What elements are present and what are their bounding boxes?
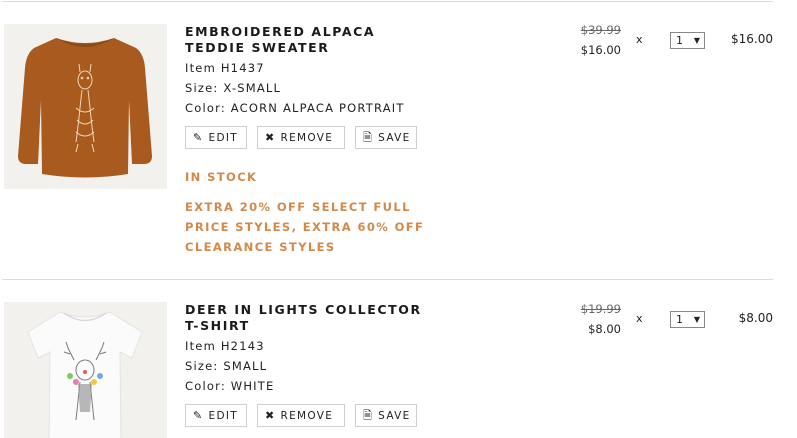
quantity-select[interactable]: 1 ▼ [670,32,705,49]
caret-down-icon: ▼ [693,315,700,324]
remove-label: REMOVE [280,131,334,144]
save-label: SAVE [378,131,411,144]
price-block: $39.99 $16.00 [560,20,621,60]
item-color: Color: ACORN ALPACA PORTRAIT [185,101,405,115]
quantity-value: 1 [676,313,683,326]
item-number: Item H2143 [185,339,265,353]
save-label: SAVE [378,409,411,422]
caret-down-icon: ▼ [693,36,700,45]
edit-label: EDIT [208,131,238,144]
document-icon: 🗎 [363,409,374,422]
times-sign: x [636,312,643,325]
edit-button[interactable]: ✎ EDIT [185,404,247,427]
quantity-select[interactable]: 1 ▼ [670,311,705,328]
price-block: $19.99 $8.00 [560,299,621,339]
line-total: $16.00 [731,32,773,46]
pencil-icon: ✎ [193,131,204,144]
product-name[interactable]: DEER IN LIGHTS COLLECTOR T-SHIRT [185,302,435,334]
original-price: $19.99 [580,302,621,316]
product-image-sweater[interactable] [4,24,167,189]
item-actions: ✎ EDIT ✖ REMOVE 🗎 SAVE [185,126,427,149]
save-button[interactable]: 🗎 SAVE [355,126,417,149]
document-icon: 🗎 [363,131,374,144]
sale-price: $8.00 [588,322,621,336]
pencil-icon: ✎ [193,409,204,422]
item-divider [2,279,773,280]
remove-button[interactable]: ✖ REMOVE [257,126,345,149]
original-price: $39.99 [580,23,621,37]
product-image-tshirt[interactable] [4,302,167,438]
x-icon: ✖ [265,131,276,144]
edit-button[interactable]: ✎ EDIT [185,126,247,149]
item-size: Size: SMALL [185,359,268,373]
item-size: Size: X-SMALL [185,81,282,95]
promo-message: EXTRA 20% OFF SELECT FULL PRICE STYLES, … [185,200,425,254]
stock-status: IN STOCK [185,170,258,184]
product-name[interactable]: EMBROIDERED ALPACA TEDDIE SWEATER [185,24,435,56]
x-icon: ✖ [265,409,276,422]
remove-label: REMOVE [280,409,334,422]
top-divider [2,1,773,2]
edit-label: EDIT [208,409,238,422]
item-number: Item H1437 [185,61,265,75]
times-sign: x [636,33,643,46]
quantity-value: 1 [676,34,683,47]
sale-price: $16.00 [580,43,621,57]
remove-button[interactable]: ✖ REMOVE [257,404,345,427]
save-button[interactable]: 🗎 SAVE [355,404,417,427]
item-color: Color: WHITE [185,379,275,393]
item-actions: ✎ EDIT ✖ REMOVE 🗎 SAVE [185,404,427,427]
line-total: $8.00 [738,311,773,325]
